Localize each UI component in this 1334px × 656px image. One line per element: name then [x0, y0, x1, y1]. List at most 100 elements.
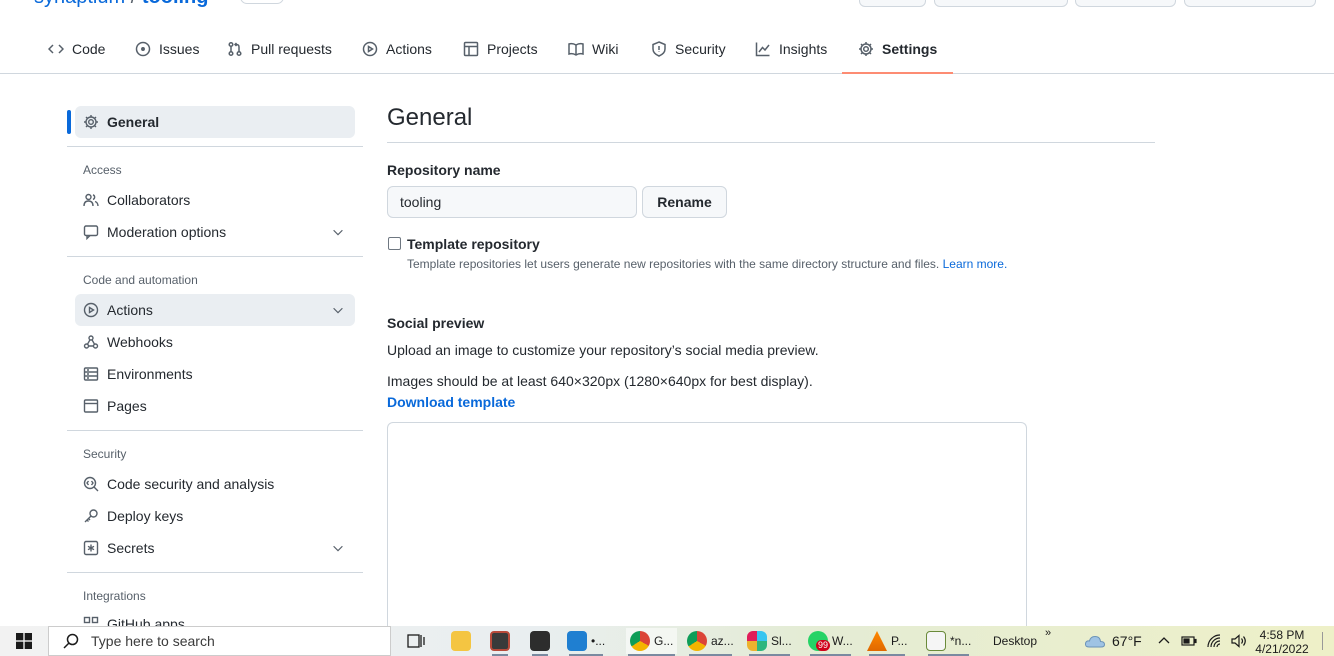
- learn-more-link[interactable]: Learn more.: [943, 257, 1008, 271]
- repo-owner-link[interactable]: synaptium: [34, 0, 125, 8]
- sidebar-divider: [67, 430, 363, 431]
- repo-nav-tabs: Code Issues Pull requests Actions Projec…: [0, 25, 1334, 74]
- repo-name-link[interactable]: tooling: [142, 0, 209, 8]
- tab-label: Insights: [779, 41, 828, 57]
- sidebar-item-github-apps[interactable]: GitHub apps: [75, 610, 355, 626]
- chevron-up-icon[interactable]: [1157, 634, 1171, 648]
- social-preview-description: Upload an image to customize your reposi…: [387, 342, 819, 358]
- sidebar-item-moderation[interactable]: Moderation options: [75, 216, 355, 248]
- social-preview-image-area[interactable]: [387, 422, 1027, 642]
- taskbar-task-view[interactable]: [406, 628, 426, 654]
- taskbar-snipping-tool[interactable]: [490, 628, 510, 656]
- social-preview-label: Social preview: [387, 315, 485, 331]
- watch-button[interactable]: [934, 0, 1068, 7]
- weather-widget[interactable]: 67°F: [1084, 626, 1142, 656]
- toolbar-overflow[interactable]: »: [1045, 618, 1051, 648]
- tab-issues[interactable]: Issues: [135, 25, 199, 73]
- sidebar-item-label: Actions: [107, 302, 153, 318]
- repo-header: synaptium / tooling: [0, 0, 1334, 8]
- tab-security[interactable]: Security: [651, 25, 726, 73]
- sidebar-item-actions[interactable]: Actions: [75, 294, 355, 326]
- sidebar-item-label: Webhooks: [107, 334, 173, 350]
- sidebar-heading-access: Access: [83, 163, 122, 177]
- sidebar-divider: [67, 256, 363, 257]
- windows-taskbar: Type here to search •... G... az... Sl..…: [0, 626, 1334, 656]
- tab-projects[interactable]: Projects: [463, 25, 538, 73]
- fork-button[interactable]: [1075, 0, 1176, 7]
- wifi-icon[interactable]: [1207, 634, 1221, 648]
- sidebar-item-label: Moderation options: [107, 224, 227, 240]
- repo-name-input[interactable]: [387, 186, 637, 218]
- template-repository-label[interactable]: Template repository: [407, 236, 540, 252]
- tab-pull-requests[interactable]: Pull requests: [227, 25, 332, 73]
- sidebar-item-pages[interactable]: Pages: [75, 390, 355, 422]
- weather-temp: 67°F: [1112, 633, 1142, 649]
- tab-settings[interactable]: Settings: [841, 25, 954, 74]
- taskbar-chrome[interactable]: G...: [626, 628, 678, 656]
- sidebar-item-label: Secrets: [107, 540, 155, 556]
- asterisk-icon: [83, 540, 99, 556]
- gear-icon: [84, 115, 98, 129]
- taskbar-app-label: G...: [654, 634, 674, 648]
- taskbar-vscode[interactable]: •...: [567, 628, 606, 656]
- taskbar-clock[interactable]: 4:58 PM 4/21/2022: [1252, 628, 1312, 656]
- taskbar-slack[interactable]: Sl...: [747, 628, 792, 656]
- sidebar-item-secrets[interactable]: Secrets: [75, 532, 355, 564]
- tab-label: Settings: [882, 41, 938, 57]
- template-repository-checkbox[interactable]: [388, 237, 401, 250]
- taskbar-chrome-profile[interactable]: az...: [687, 628, 734, 656]
- tab-label: Code: [72, 41, 106, 57]
- terminal-icon: [530, 631, 550, 651]
- show-desktop-button[interactable]: [1322, 632, 1334, 650]
- page-title: General: [387, 104, 473, 131]
- chevron-down-icon[interactable]: [331, 541, 345, 555]
- tab-insights[interactable]: Insights: [755, 25, 827, 73]
- volume-icon[interactable]: [1231, 634, 1247, 648]
- taskbar-app-label: •...: [591, 634, 606, 648]
- overflow-chevron: »: [1045, 627, 1052, 639]
- sidebar-item-label: Pages: [107, 398, 147, 414]
- tab-wiki[interactable]: Wiki: [568, 25, 618, 73]
- whatsapp-icon: 99: [808, 631, 831, 651]
- repo-title[interactable]: synaptium / tooling: [34, 0, 208, 8]
- tab-actions[interactable]: Actions: [362, 25, 432, 73]
- sidebar-item-code-security[interactable]: Code security and analysis: [75, 468, 355, 500]
- table-icon: [463, 41, 479, 57]
- sidebar-item-environments[interactable]: Environments: [75, 358, 355, 390]
- star-button[interactable]: [1184, 0, 1316, 7]
- key-icon: [84, 509, 98, 523]
- rename-button[interactable]: Rename: [642, 186, 727, 218]
- task-view-icon: [407, 634, 425, 648]
- battery-icon[interactable]: [1181, 635, 1197, 647]
- pull-request-icon: [228, 41, 242, 57]
- webhook-icon: [83, 335, 99, 349]
- chevron-down-icon[interactable]: [331, 303, 345, 317]
- tab-label: Pull requests: [251, 41, 332, 57]
- sidebar-item-label: Collaborators: [107, 192, 191, 208]
- sidebar-item-deploy-keys[interactable]: Deploy keys: [75, 500, 355, 532]
- taskbar-terminal[interactable]: [530, 628, 550, 656]
- taskbar-whatsapp[interactable]: 99 W...: [808, 628, 853, 656]
- taskbar-notepad[interactable]: *n...: [926, 628, 972, 656]
- download-template-link[interactable]: Download template: [387, 394, 515, 410]
- sidebar-item-general[interactable]: General: [75, 106, 355, 138]
- sidebar-item-webhooks[interactable]: Webhooks: [75, 326, 355, 358]
- sidebar-item-label: Environments: [107, 366, 193, 382]
- sidebar-item-collaborators[interactable]: Collaborators: [75, 184, 355, 216]
- taskbar-app-label: P...: [891, 634, 908, 648]
- chevron-down-icon[interactable]: [331, 225, 345, 239]
- template-repository-note: Template repositories let users generate…: [407, 257, 1007, 271]
- taskbar-search[interactable]: Type here to search: [48, 626, 391, 656]
- desktop-label: Desktop: [993, 634, 1038, 648]
- taskbar-app-label: *n...: [950, 634, 972, 648]
- desktop-toolbar[interactable]: Desktop: [993, 626, 1037, 656]
- search-placeholder: Type here to search: [91, 633, 215, 649]
- people-icon: [83, 193, 99, 207]
- taskbar-vlc[interactable]: P...: [867, 628, 908, 656]
- tab-code[interactable]: Code: [48, 25, 105, 73]
- taskbar-file-explorer[interactable]: [451, 628, 471, 654]
- start-button[interactable]: [0, 626, 48, 656]
- pin-button[interactable]: [859, 0, 926, 7]
- tab-label: Projects: [487, 41, 538, 57]
- slack-icon: [747, 631, 767, 651]
